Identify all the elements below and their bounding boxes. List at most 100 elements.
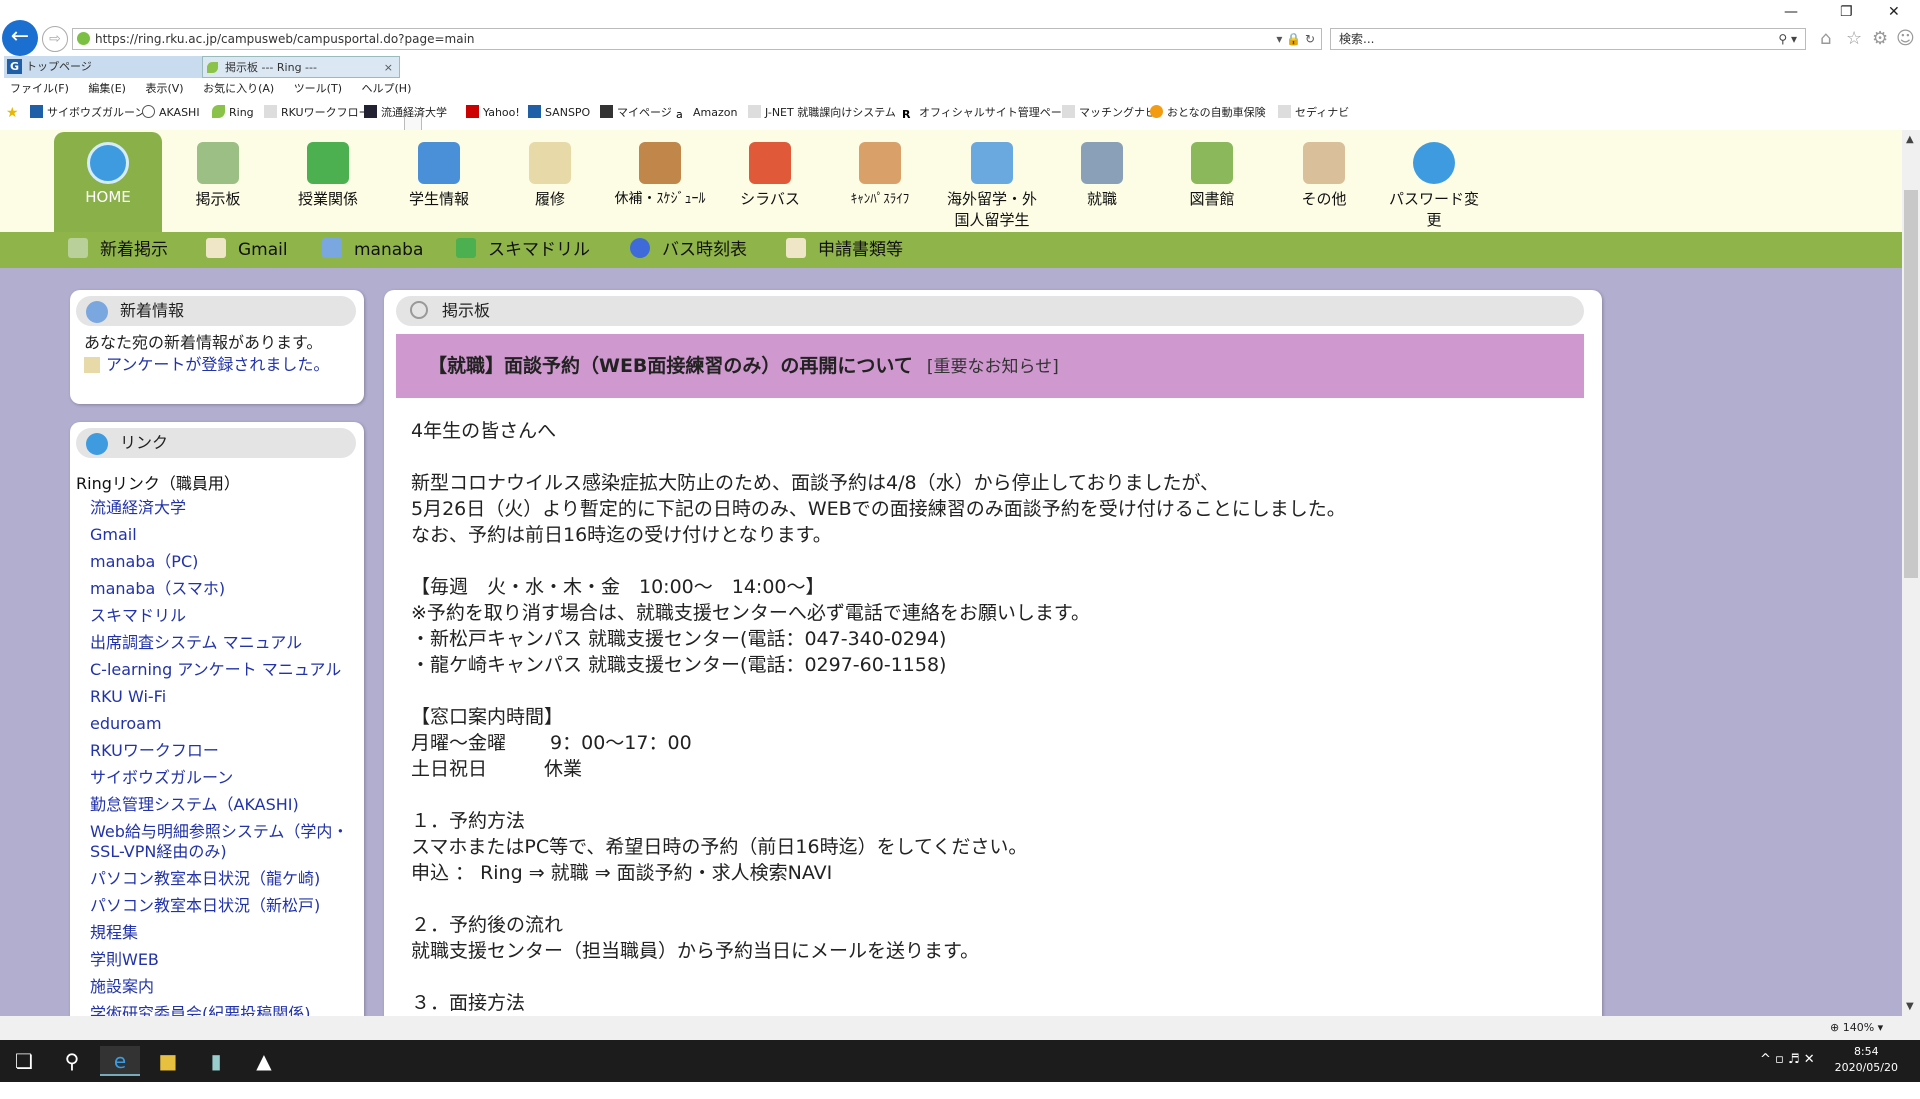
link-item[interactable]: サイボウズガルーン [76, 768, 358, 788]
menu-favorites[interactable]: お気に入り(A) [203, 82, 274, 95]
link-item[interactable]: 規程集 [76, 923, 358, 943]
link-item[interactable]: 学術研究委員会(紀要投稿関係) [76, 1004, 358, 1016]
fav-item[interactable]: AKASHI [142, 102, 200, 124]
link-item[interactable]: manaba（スマホ) [76, 579, 358, 599]
bulletin-board-icon [197, 142, 239, 184]
home-icon [87, 142, 129, 184]
fav-item[interactable]: マイページ [600, 102, 672, 124]
fav-item[interactable]: a Amazon [676, 102, 737, 124]
nav-registration[interactable]: 履修 [496, 132, 604, 232]
scroll-down-icon[interactable]: ▼ [1906, 1001, 1914, 1012]
link-item[interactable]: 学則WEB [76, 950, 358, 970]
status-bar: ⊕ 140% ▾ [0, 1016, 1920, 1040]
menu-help[interactable]: ヘルプ(H) [362, 82, 412, 95]
link-item[interactable]: パソコン教室本日状況（新松戸) [76, 896, 358, 916]
link-item[interactable]: RKU Wi-Fi [76, 687, 358, 707]
link-item[interactable]: eduroam [76, 714, 358, 734]
link-item[interactable]: パソコン教室本日状況（龍ケ崎) [76, 869, 358, 889]
notepad-icon [529, 142, 571, 184]
favorites-star-icon[interactable]: ★ [6, 102, 19, 124]
nav-others[interactable]: その他 [1270, 132, 1378, 232]
address-bar[interactable]: https://ring.rku.ac.jp/campusweb/campusp… [72, 28, 1322, 50]
link-item[interactable]: 出席調査システム マニュアル [76, 633, 358, 653]
windows-taskbar: ❏ ⚲ e ■ ▮ ▲ ^ ▫ ♬ ✕ 8:54 2020/05/20 [0, 1040, 1920, 1082]
link-item[interactable]: Gmail [76, 525, 358, 545]
favorites-star-icon[interactable]: ☆ [1846, 28, 1862, 49]
fav-item[interactable]: セディナビ [1278, 102, 1349, 124]
photos-icon[interactable]: ▲ [244, 1046, 284, 1076]
subnav-gmail[interactable]: Gmail [206, 232, 288, 268]
nav-classes[interactable]: 授業関係 [274, 132, 382, 232]
notice-title: 【就職】面談予約（WEB面接練習のみ）の再開について [428, 355, 913, 377]
tab-top-page[interactable]: G トップページ [4, 56, 202, 78]
subnav-bus-timetable[interactable]: バス時刻表 [630, 232, 747, 268]
address-tools[interactable]: ▾ 🔒 ↻ [1276, 29, 1315, 49]
subnav-skima-drill[interactable]: スキマドリル [456, 232, 590, 268]
nav-syllabus[interactable]: シラバス [716, 132, 824, 232]
link-item[interactable]: manaba（PC) [76, 552, 358, 572]
nav-employment[interactable]: 就職 [1048, 132, 1156, 232]
nav-library[interactable]: 図書館 [1158, 132, 1266, 232]
subnav-manaba[interactable]: manaba [322, 232, 423, 268]
nav-campus-life[interactable]: ｷｬﾝﾊﾟｽﾗｲﾌ [826, 132, 934, 232]
news-item-link[interactable]: アンケートが登録されました。 [84, 354, 354, 376]
link-item[interactable]: 流通経済大学 [76, 498, 358, 518]
link-item[interactable]: RKUワークフロー [76, 741, 358, 761]
scroll-up-icon[interactable]: ▲ [1906, 134, 1914, 145]
tab-close-icon[interactable]: × [384, 57, 393, 79]
fav-item[interactable]: J-NET 就職課向けシステム [748, 102, 896, 124]
scroll-thumb[interactable] [1904, 190, 1918, 578]
notepad-icon[interactable]: ▮ [196, 1046, 236, 1076]
nav-study-abroad[interactable]: 海外留学・外国人留学生 [938, 132, 1046, 232]
fav-item[interactable]: おとなの自動車保険 [1150, 102, 1266, 124]
menu-edit[interactable]: 編集(E) [88, 82, 126, 95]
close-icon[interactable]: ✕ [1888, 4, 1900, 20]
hand-note-icon [1303, 142, 1345, 184]
smiley-icon[interactable]: ☺ [1896, 28, 1915, 49]
search-icon[interactable]: ⚲ ▾ [1778, 29, 1797, 49]
nav-student-info[interactable]: 学生情報 [385, 132, 493, 232]
search-icon[interactable]: ⚲ [52, 1046, 92, 1076]
fav-item[interactable]: Ring [212, 102, 254, 124]
fav-item[interactable]: Yahoo! [466, 102, 520, 124]
nav-schedule[interactable]: 休補・ｽｹｼﾞｭｰﾙ [606, 132, 714, 232]
fav-item[interactable]: サイボウズガルーン [30, 102, 145, 124]
restore-icon[interactable]: ❐ [1840, 4, 1853, 20]
menu-file[interactable]: ファイル(F) [10, 82, 69, 95]
subnav-application-forms[interactable]: 申請書類等 [786, 232, 903, 268]
link-item[interactable]: C-learning アンケート マニュアル [76, 660, 358, 680]
notice-tag: [重要なお知らせ] [926, 357, 1059, 377]
nav-bulletin[interactable]: 掲示板 [164, 132, 272, 232]
fav-item[interactable]: R オフィシャルサイト管理ページ [902, 102, 1073, 124]
zoom-level[interactable]: ⊕ 140% ▾ [1830, 1016, 1883, 1040]
gear-icon[interactable]: ⚙ [1872, 28, 1888, 49]
forward-button[interactable]: ⇨ [42, 26, 68, 52]
fav-item[interactable]: マッチングナビ [1062, 102, 1156, 124]
subnav-new-notices[interactable]: 新着掲示 [68, 232, 168, 268]
link-item[interactable]: Web給与明細参照システム（学内・SSL-VPN経由のみ) [76, 822, 358, 862]
menu-view[interactable]: 表示(V) [145, 82, 183, 95]
clock[interactable]: 8:54 2020/05/20 [1835, 1044, 1898, 1076]
tray-icons[interactable]: ^ ▫ ♬ ✕ [1760, 1052, 1815, 1067]
link-item[interactable]: スキマドリル [76, 606, 358, 626]
folder-icon[interactable]: ■ [148, 1046, 188, 1076]
link-item[interactable]: 施設案内 [76, 977, 358, 997]
ie-icon[interactable]: e [100, 1046, 140, 1076]
link-item[interactable]: 勤怠管理システム（AKASHI) [76, 795, 358, 815]
fav-item[interactable]: RKUワークフロー [264, 102, 370, 124]
fav-item[interactable]: 流通経済大学 [364, 102, 447, 124]
nav-home[interactable]: HOME [54, 132, 162, 232]
notice-line: ３．面接方法 [411, 992, 526, 1014]
back-button[interactable]: ← [2, 20, 38, 56]
home-icon[interactable]: ⌂ [1820, 28, 1831, 49]
windows-start-icon[interactable]: ❏ [4, 1046, 44, 1076]
menu-tools[interactable]: ツール(T) [294, 82, 342, 95]
fav-item[interactable]: SANSPO [528, 102, 590, 124]
minimize-icon[interactable]: — [1784, 4, 1798, 20]
vertical-scrollbar[interactable]: ▲ ▼ [1902, 130, 1920, 1016]
syllabus-icon [749, 142, 791, 184]
nav-password[interactable]: パスワード変更 [1380, 132, 1488, 232]
bulletin-icon [68, 238, 88, 258]
search-input[interactable]: 検索... ⚲ ▾ [1330, 28, 1806, 50]
tab-bulletin[interactable]: 掲示板 --- Ring --- × [202, 56, 400, 78]
